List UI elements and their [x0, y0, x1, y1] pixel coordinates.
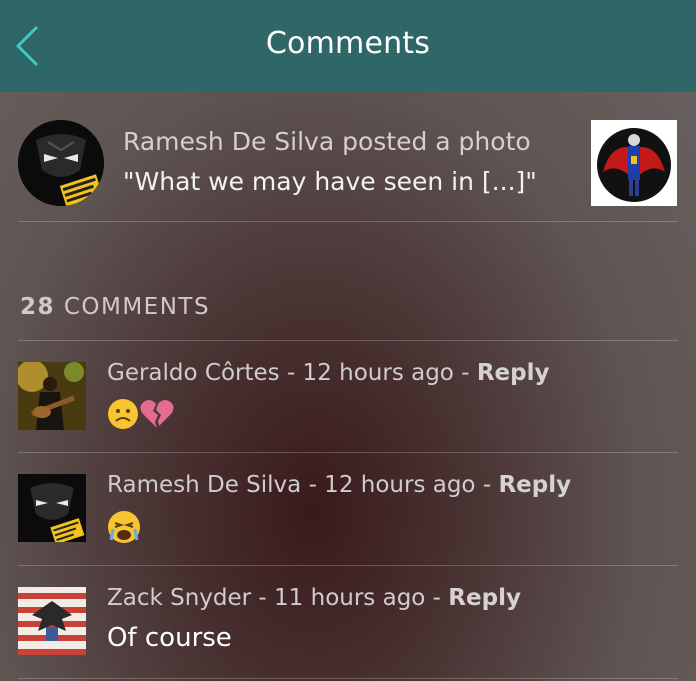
- post-caption: "What we may have seen in [...]": [123, 167, 537, 196]
- comment-body: [107, 398, 175, 430]
- comment-time: - 12 hours ago -: [279, 360, 477, 386]
- comment-time: - 11 hours ago -: [251, 585, 449, 611]
- page-title: Comments: [265, 26, 431, 61]
- broken-heart-emoji: [140, 400, 174, 428]
- comment-body: [107, 510, 141, 544]
- post-author-name[interactable]: Ramesh De Silva: [123, 127, 334, 156]
- eagle-flag-image: [18, 587, 86, 655]
- comment-item: Zack Snyder - 11 hours ago - Reply Of co…: [18, 565, 680, 677]
- post-text: Ramesh De Silva posted a photo "What we …: [123, 124, 573, 204]
- comment-item: Ramesh De Silva - 12 hours ago - Reply: [18, 452, 680, 564]
- comment-author[interactable]: Ramesh De Silva: [107, 472, 301, 498]
- comment-count-label: COMMENTS: [55, 294, 211, 320]
- comment-divider: [18, 678, 678, 679]
- comment-author[interactable]: Geraldo Côrtes: [107, 360, 280, 386]
- comment-time: - 12 hours ago -: [301, 472, 499, 498]
- commenter-avatar[interactable]: [18, 587, 86, 655]
- mask-logo-image: [18, 474, 86, 542]
- comment-meta: Ramesh De Silva - 12 hours ago - Reply: [107, 472, 571, 498]
- commenter-avatar[interactable]: [18, 474, 86, 542]
- comment-meta: Geraldo Côrtes - 12 hours ago - Reply: [107, 360, 549, 386]
- post-author-avatar[interactable]: [18, 120, 104, 206]
- reply-button[interactable]: Reply: [448, 585, 521, 611]
- post-photo-thumbnail[interactable]: [591, 120, 677, 206]
- crying-face-emoji: [108, 511, 140, 543]
- comment-meta: Zack Snyder - 11 hours ago - Reply: [107, 585, 521, 611]
- reply-button[interactable]: Reply: [498, 472, 571, 498]
- commenter-avatar[interactable]: [18, 362, 86, 430]
- guitarist-photo-image: [18, 362, 86, 430]
- post-action: posted a photo: [334, 127, 531, 156]
- header-bar: Comments: [0, 0, 696, 92]
- post-summary[interactable]: Ramesh De Silva posted a photo "What we …: [18, 120, 680, 220]
- reply-button[interactable]: Reply: [477, 360, 550, 386]
- comment-count-heading: 28 COMMENTS: [20, 294, 210, 320]
- superhero-photo-image: [591, 120, 677, 206]
- sad-face-emoji: [108, 399, 138, 429]
- post-headline: Ramesh De Silva posted a photo: [123, 124, 573, 160]
- comment-count-number: 28: [20, 294, 56, 320]
- mask-logo-image: [18, 120, 104, 206]
- post-divider: [18, 221, 678, 222]
- comment-body: Of course: [107, 623, 232, 653]
- comment-item: Geraldo Côrtes - 12 hours ago - Reply: [18, 340, 680, 452]
- comment-author[interactable]: Zack Snyder: [107, 585, 251, 611]
